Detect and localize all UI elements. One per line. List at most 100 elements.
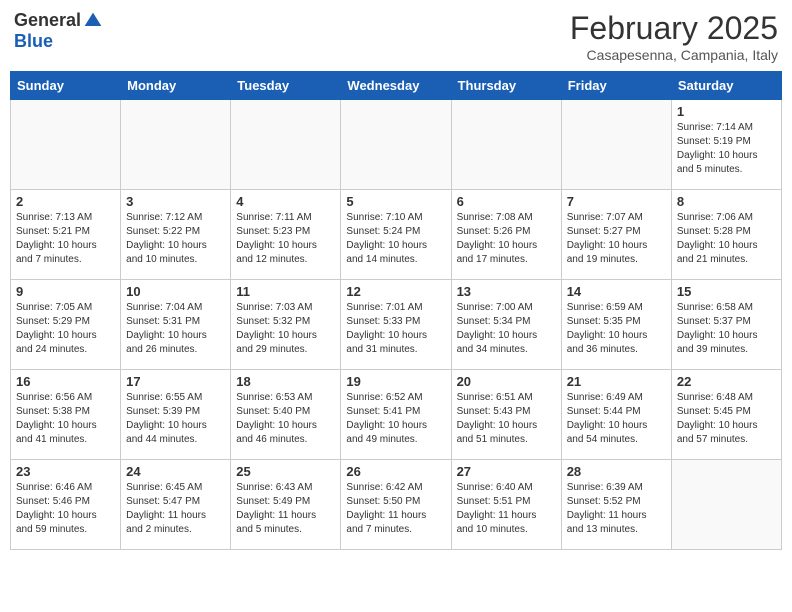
calendar-week-row: 16 Sunrise: 6:56 AM Sunset: 5:38 PM Dayli…: [11, 370, 782, 460]
calendar-day-cell: 20 Sunrise: 6:51 AM Sunset: 5:43 PM Dayli…: [451, 370, 561, 460]
day-info: Sunrise: 6:53 AM Sunset: 5:40 PM Dayligh…: [236, 391, 335, 447]
day-info: Sunrise: 7:10 AM Sunset: 5:24 PM Dayligh…: [346, 211, 445, 267]
day-number: 5: [346, 194, 445, 209]
calendar-day-cell: 11 Sunrise: 7:03 AM Sunset: 5:32 PM Dayli…: [231, 280, 341, 370]
calendar-day-cell: 25 Sunrise: 6:43 AM Sunset: 5:49 PM Dayli…: [231, 460, 341, 550]
calendar-day-cell: [11, 100, 121, 190]
calendar-day-cell: 18 Sunrise: 6:53 AM Sunset: 5:40 PM Dayli…: [231, 370, 341, 460]
day-number: 24: [126, 464, 225, 479]
calendar-day-cell: 22 Sunrise: 6:48 AM Sunset: 5:45 PM Dayli…: [671, 370, 781, 460]
calendar-day-cell: 13 Sunrise: 7:00 AM Sunset: 5:34 PM Dayli…: [451, 280, 561, 370]
calendar-day-cell: 27 Sunrise: 6:40 AM Sunset: 5:51 PM Dayli…: [451, 460, 561, 550]
day-number: 3: [126, 194, 225, 209]
day-number: 12: [346, 284, 445, 299]
calendar-day-cell: 8Sunrise: 7:06 AM Sunset: 5:28 PM Daylig…: [671, 190, 781, 280]
calendar-day-cell: 6 Sunrise: 7:08 AM Sunset: 5:26 PM Daylig…: [451, 190, 561, 280]
day-number: 21: [567, 374, 666, 389]
day-number: 27: [457, 464, 556, 479]
calendar-week-row: 23 Sunrise: 6:46 AM Sunset: 5:46 PM Dayli…: [11, 460, 782, 550]
day-info: Sunrise: 6:52 AM Sunset: 5:41 PM Dayligh…: [346, 391, 445, 447]
day-number: 10: [126, 284, 225, 299]
calendar-day-cell: 21 Sunrise: 6:49 AM Sunset: 5:44 PM Dayli…: [561, 370, 671, 460]
day-info: Sunrise: 7:00 AM Sunset: 5:34 PM Dayligh…: [457, 301, 556, 357]
calendar-day-cell: 24 Sunrise: 6:45 AM Sunset: 5:47 PM Dayli…: [121, 460, 231, 550]
calendar-day-cell: 12 Sunrise: 7:01 AM Sunset: 5:33 PM Dayli…: [341, 280, 451, 370]
day-number: 19: [346, 374, 445, 389]
calendar-day-cell: [451, 100, 561, 190]
day-info: Sunrise: 7:05 AM Sunset: 5:29 PM Dayligh…: [16, 301, 115, 357]
day-info: Sunrise: 6:46 AM Sunset: 5:46 PM Dayligh…: [16, 481, 115, 537]
day-info: Sunrise: 6:42 AM Sunset: 5:50 PM Dayligh…: [346, 481, 445, 537]
location-subtitle: Casapesenna, Campania, Italy: [570, 47, 778, 63]
day-info: Sunrise: 7:03 AM Sunset: 5:32 PM Dayligh…: [236, 301, 335, 357]
day-info: Sunrise: 6:48 AM Sunset: 5:45 PM Dayligh…: [677, 391, 776, 447]
day-info: Sunrise: 6:56 AM Sunset: 5:38 PM Dayligh…: [16, 391, 115, 447]
calendar-week-row: 9 Sunrise: 7:05 AM Sunset: 5:29 PM Daylig…: [11, 280, 782, 370]
calendar-day-cell: 17 Sunrise: 6:55 AM Sunset: 5:39 PM Dayli…: [121, 370, 231, 460]
calendar-day-cell: 9 Sunrise: 7:05 AM Sunset: 5:29 PM Daylig…: [11, 280, 121, 370]
day-info: Sunrise: 6:51 AM Sunset: 5:43 PM Dayligh…: [457, 391, 556, 447]
day-number: 6: [457, 194, 556, 209]
day-number: 1: [677, 104, 776, 119]
day-info: Sunrise: 6:49 AM Sunset: 5:44 PM Dayligh…: [567, 391, 666, 447]
day-info: Sunrise: 7:08 AM Sunset: 5:26 PM Dayligh…: [457, 211, 556, 267]
calendar-week-row: 2Sunrise: 7:13 AM Sunset: 5:21 PM Daylig…: [11, 190, 782, 280]
title-block: February 2025 Casapesenna, Campania, Ita…: [570, 10, 778, 63]
calendar-day-cell: [121, 100, 231, 190]
calendar-day-header: Wednesday: [341, 72, 451, 100]
day-info: Sunrise: 7:11 AM Sunset: 5:23 PM Dayligh…: [236, 211, 335, 267]
day-number: 26: [346, 464, 445, 479]
logo-blue-text: Blue: [14, 31, 53, 52]
day-number: 13: [457, 284, 556, 299]
calendar-day-cell: 15Sunrise: 6:58 AM Sunset: 5:37 PM Dayli…: [671, 280, 781, 370]
day-info: Sunrise: 7:12 AM Sunset: 5:22 PM Dayligh…: [126, 211, 225, 267]
calendar-day-cell: 1 Sunrise: 7:14 AM Sunset: 5:19 PM Daylig…: [671, 100, 781, 190]
day-number: 20: [457, 374, 556, 389]
calendar-day-cell: 14Sunrise: 6:59 AM Sunset: 5:35 PM Dayli…: [561, 280, 671, 370]
day-number: 25: [236, 464, 335, 479]
calendar-day-header: Friday: [561, 72, 671, 100]
logo-general-text: General: [14, 10, 81, 31]
logo: General Blue: [14, 10, 103, 52]
day-info: Sunrise: 7:13 AM Sunset: 5:21 PM Dayligh…: [16, 211, 115, 267]
calendar-day-header: Saturday: [671, 72, 781, 100]
day-info: Sunrise: 6:40 AM Sunset: 5:51 PM Dayligh…: [457, 481, 556, 537]
calendar-day-header: Tuesday: [231, 72, 341, 100]
day-info: Sunrise: 7:04 AM Sunset: 5:31 PM Dayligh…: [126, 301, 225, 357]
logo-icon: [83, 11, 103, 31]
day-number: 23: [16, 464, 115, 479]
calendar-week-row: 1 Sunrise: 7:14 AM Sunset: 5:19 PM Daylig…: [11, 100, 782, 190]
calendar-day-cell: 5 Sunrise: 7:10 AM Sunset: 5:24 PM Daylig…: [341, 190, 451, 280]
day-info: Sunrise: 7:01 AM Sunset: 5:33 PM Dayligh…: [346, 301, 445, 357]
calendar-day-header: Monday: [121, 72, 231, 100]
day-number: 18: [236, 374, 335, 389]
calendar-day-cell: 10 Sunrise: 7:04 AM Sunset: 5:31 PM Dayli…: [121, 280, 231, 370]
day-number: 9: [16, 284, 115, 299]
day-number: 11: [236, 284, 335, 299]
day-info: Sunrise: 7:14 AM Sunset: 5:19 PM Dayligh…: [677, 121, 776, 177]
calendar-day-cell: 16 Sunrise: 6:56 AM Sunset: 5:38 PM Dayli…: [11, 370, 121, 460]
calendar-day-cell: 2Sunrise: 7:13 AM Sunset: 5:21 PM Daylig…: [11, 190, 121, 280]
day-number: 8: [677, 194, 776, 209]
calendar-day-header: Sunday: [11, 72, 121, 100]
page-header: General Blue February 2025 Casapesenna, …: [10, 10, 782, 63]
day-info: Sunrise: 6:43 AM Sunset: 5:49 PM Dayligh…: [236, 481, 335, 537]
calendar-day-cell: [561, 100, 671, 190]
calendar-day-cell: [671, 460, 781, 550]
day-info: Sunrise: 6:45 AM Sunset: 5:47 PM Dayligh…: [126, 481, 225, 537]
day-info: Sunrise: 7:07 AM Sunset: 5:27 PM Dayligh…: [567, 211, 666, 267]
day-info: Sunrise: 6:39 AM Sunset: 5:52 PM Dayligh…: [567, 481, 666, 537]
calendar-day-cell: 7Sunrise: 7:07 AM Sunset: 5:27 PM Daylig…: [561, 190, 671, 280]
day-number: 17: [126, 374, 225, 389]
calendar-day-cell: 28Sunrise: 6:39 AM Sunset: 5:52 PM Dayli…: [561, 460, 671, 550]
day-info: Sunrise: 6:55 AM Sunset: 5:39 PM Dayligh…: [126, 391, 225, 447]
day-number: 4: [236, 194, 335, 209]
calendar-day-cell: [341, 100, 451, 190]
calendar-day-cell: 3 Sunrise: 7:12 AM Sunset: 5:22 PM Daylig…: [121, 190, 231, 280]
calendar-table: SundayMondayTuesdayWednesdayThursdayFrid…: [10, 71, 782, 550]
day-number: 16: [16, 374, 115, 389]
day-number: 22: [677, 374, 776, 389]
day-info: Sunrise: 6:58 AM Sunset: 5:37 PM Dayligh…: [677, 301, 776, 357]
calendar-day-header: Thursday: [451, 72, 561, 100]
calendar-header-row: SundayMondayTuesdayWednesdayThursdayFrid…: [11, 72, 782, 100]
